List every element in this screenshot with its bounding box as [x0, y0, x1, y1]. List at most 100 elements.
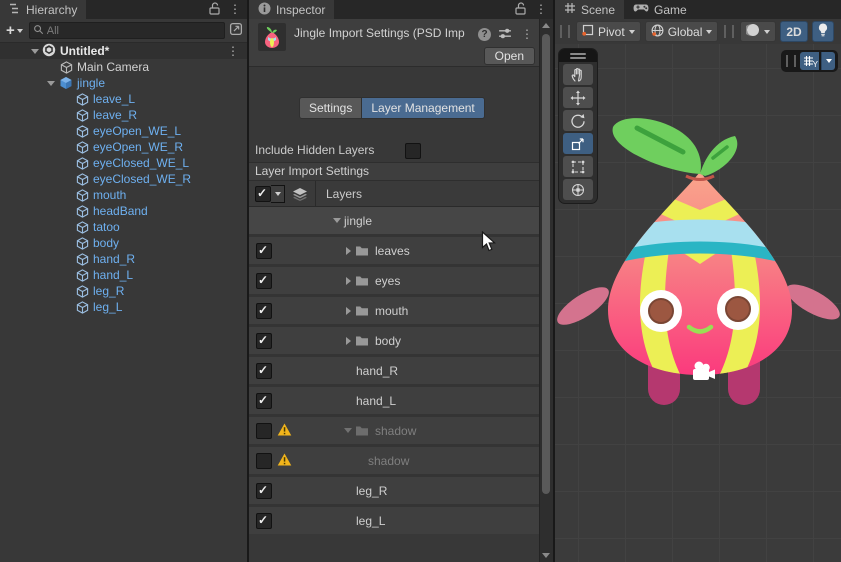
tab-scene[interactable]: Scene: [555, 0, 625, 19]
select-all-dropdown-icon[interactable]: [271, 184, 285, 203]
warning-icon: [277, 453, 292, 469]
add-object-button[interactable]: +: [4, 22, 25, 39]
scene-name-label: Untitled*: [60, 44, 110, 58]
scene-viewport[interactable]: Y: [555, 44, 841, 562]
unlock-icon[interactable]: [515, 1, 526, 18]
inspector-scrollbar[interactable]: [539, 19, 553, 562]
rect-tool-button[interactable]: [563, 156, 593, 177]
layer-label: hand_R: [356, 363, 399, 378]
toolbar-drag-handle[interactable]: [724, 25, 735, 38]
layer-foldout-icon[interactable]: [341, 428, 355, 433]
layer-checkbox[interactable]: [256, 422, 272, 439]
layer-foldout-icon[interactable]: [341, 246, 355, 255]
hierarchy-item-headBand[interactable]: headBand: [0, 203, 247, 219]
presets-icon[interactable]: [498, 27, 512, 43]
layer-checkbox[interactable]: [256, 302, 272, 319]
hierarchy-item-leave_L[interactable]: leave_L: [0, 91, 247, 107]
hierarchy-item-eyeClosed_WE_L[interactable]: eyeClosed_WE_L: [0, 155, 247, 171]
layer-row-shadow[interactable]: shadow: [249, 447, 540, 474]
layer-row-hand_L[interactable]: hand_L: [249, 387, 540, 414]
tab-inspector[interactable]: Inspector: [249, 0, 335, 19]
pivot-button[interactable]: Pivot: [576, 21, 641, 42]
move-tool-button[interactable]: [563, 87, 593, 108]
hand-tool-button[interactable]: [563, 64, 593, 85]
hierarchy-item-jingle[interactable]: jingle: [0, 75, 247, 91]
scroll-down-icon[interactable]: [540, 549, 552, 562]
layer-foldout-icon[interactable]: [341, 276, 355, 285]
gameobject-cube-icon: [74, 188, 90, 202]
hierarchy-item-hand_R[interactable]: hand_R: [0, 251, 247, 267]
layer-row-leg_L[interactable]: leg_L: [249, 507, 540, 534]
hierarchy-item-mouth[interactable]: mouth: [0, 187, 247, 203]
help-icon[interactable]: ?: [478, 28, 491, 41]
hierarchy-item-eyeClosed_WE_R[interactable]: eyeClosed_WE_R: [0, 171, 247, 187]
transform-tool-button[interactable]: [563, 179, 593, 200]
layer-row-body[interactable]: body: [249, 327, 540, 354]
layer-row-jingle[interactable]: jingle: [249, 207, 540, 234]
tab-game[interactable]: Game: [624, 0, 696, 19]
asset-menu-icon[interactable]: ⋮: [519, 25, 535, 44]
tab-layer-management[interactable]: Layer Management: [362, 97, 485, 119]
layer-row-mouth[interactable]: mouth: [249, 297, 540, 324]
tab-game-label: Game: [654, 2, 687, 17]
grid-overlay-handle[interactable]: [786, 55, 796, 67]
layer-foldout-icon[interactable]: [341, 336, 355, 345]
hierarchy-search[interactable]: [28, 22, 225, 39]
layer-row-eyes[interactable]: eyes: [249, 267, 540, 294]
layer-row-shadow[interactable]: shadow: [249, 417, 540, 444]
shading-mode-button[interactable]: [740, 21, 777, 42]
search-input[interactable]: [46, 24, 221, 37]
layers-stack-icon[interactable]: [292, 187, 308, 201]
layer-checkbox[interactable]: [256, 392, 272, 409]
scroll-up-icon[interactable]: [540, 19, 552, 32]
hierarchy-item-body[interactable]: body: [0, 235, 247, 251]
include-hidden-layers-checkbox[interactable]: [405, 143, 421, 159]
hierarchy-item-leg_L[interactable]: leg_L: [0, 299, 247, 315]
scale-tool-button[interactable]: [563, 133, 593, 154]
layer-foldout-icon[interactable]: [341, 306, 355, 315]
layer-checkbox[interactable]: [256, 332, 272, 349]
toolbar-drag-handle[interactable]: [560, 25, 570, 38]
foldout-icon[interactable]: [44, 80, 58, 86]
rotate-tool-button[interactable]: [563, 110, 593, 131]
hierarchy-item-hand_L[interactable]: hand_L: [0, 267, 247, 283]
hierarchy-item-leg_R[interactable]: leg_R: [0, 283, 247, 299]
unity-scene-icon: [42, 43, 56, 60]
scene-header-row[interactable]: Untitled* ⋮: [0, 43, 247, 59]
tools-overlay-handle[interactable]: [559, 49, 597, 62]
hierarchy-item-Main Camera[interactable]: Main Camera: [0, 59, 247, 75]
scene-row-menu-icon[interactable]: ⋮: [225, 42, 241, 61]
hierarchy-menu-icon[interactable]: ⋮: [227, 0, 243, 19]
layer-foldout-icon[interactable]: [330, 218, 344, 223]
grid-visibility-button[interactable]: Y: [800, 52, 819, 70]
layer-row-leg_R[interactable]: leg_R: [249, 477, 540, 504]
layer-checkbox[interactable]: [256, 452, 272, 469]
tab-hierarchy[interactable]: Hierarchy: [0, 0, 87, 19]
lighting-toggle-button[interactable]: [811, 21, 834, 42]
layer-row-leaves[interactable]: leaves: [249, 237, 540, 264]
layer-checkbox[interactable]: [256, 482, 272, 499]
scene-foldout-icon[interactable]: [28, 48, 42, 54]
global-button[interactable]: Global: [644, 21, 719, 42]
hierarchy-item-eyeOpen_WE_R[interactable]: eyeOpen_WE_R: [0, 139, 247, 155]
layer-checkbox[interactable]: [256, 272, 272, 289]
search-window-icon[interactable]: [229, 22, 243, 39]
open-button[interactable]: Open: [483, 47, 535, 65]
layer-checkbox[interactable]: [256, 242, 272, 259]
hierarchy-item-label: hand_R: [93, 252, 136, 266]
hierarchy-item-tatoo[interactable]: tatoo: [0, 219, 247, 235]
tab-settings[interactable]: Settings: [299, 97, 363, 119]
select-all-checkbox[interactable]: [255, 185, 271, 202]
hierarchy-item-eyeOpen_WE_L[interactable]: eyeOpen_WE_L: [0, 123, 247, 139]
layer-checkbox[interactable]: [256, 512, 272, 529]
unlock-icon[interactable]: [209, 1, 220, 18]
grid-axis-label: Y: [812, 60, 818, 69]
grid-dropdown-icon[interactable]: [821, 52, 835, 70]
scrollbar-thumb[interactable]: [542, 34, 550, 494]
camera-gizmo[interactable]: [691, 360, 718, 384]
layer-row-hand_R[interactable]: hand_R: [249, 357, 540, 384]
layer-checkbox[interactable]: [256, 362, 272, 379]
hierarchy-item-leave_R[interactable]: leave_R: [0, 107, 247, 123]
inspector-menu-icon[interactable]: ⋮: [533, 0, 549, 19]
2d-toggle-button[interactable]: 2D: [780, 21, 808, 42]
